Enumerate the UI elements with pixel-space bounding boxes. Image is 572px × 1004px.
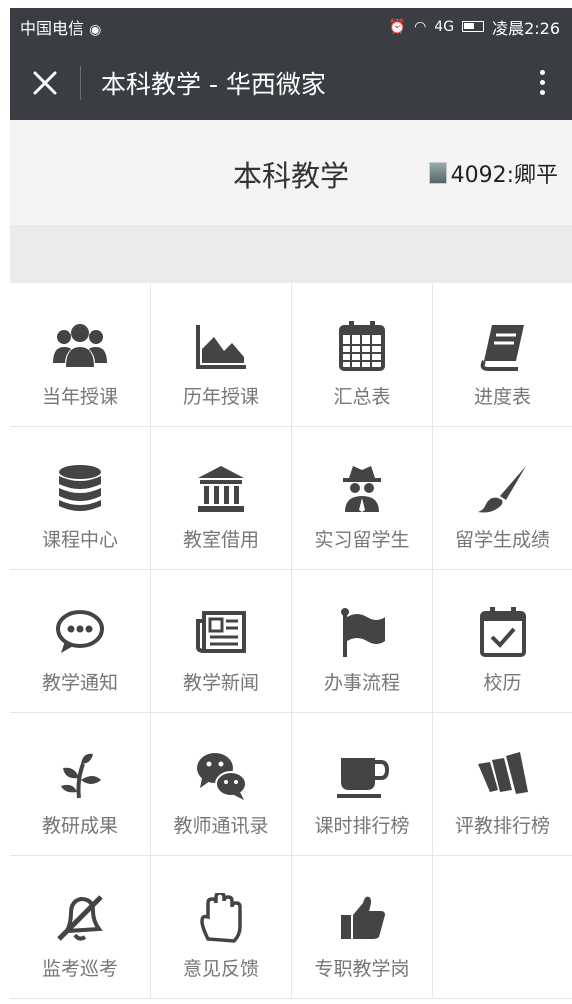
alarm-icon: ⏰: [388, 18, 407, 35]
menu-item-school-calendar[interactable]: 校历: [433, 570, 572, 713]
menu-item-label: 监考巡考: [41, 958, 118, 980]
menu-item-teaching-notice[interactable]: 教学通知: [10, 570, 151, 713]
navigation-bar: 本科教学 - 华西微家: [10, 45, 572, 120]
menu-item-current-courses[interactable]: 当年授课: [10, 284, 151, 427]
chat-bubble-icon: [56, 610, 104, 653]
menu-item-past-courses[interactable]: 历年授课: [151, 284, 292, 427]
spy-icon: [343, 466, 381, 512]
menu-item-label: 课程中心: [41, 529, 118, 551]
menu-item-label: 教研成果: [41, 815, 118, 837]
status-indicators: ⏰ ◠ 4G 凌晨2:26: [389, 15, 560, 39]
menu-item-intern-students[interactable]: 实习留学生: [292, 427, 433, 570]
flag-icon: [341, 608, 385, 657]
status-bar: 中国电信 ◉ ⏰ ◠ 4G 凌晨2:26: [10, 8, 572, 45]
menu-grid: 当年授课 历年授课 汇总表 进度表 课程中心 教室借用 实习留学生 留学生成绩 …: [10, 284, 572, 999]
calendar-check-icon: [479, 607, 526, 657]
menu-item-label: 教学新闻: [182, 672, 259, 694]
menu-item-teaching-news[interactable]: 教学新闻: [151, 570, 292, 713]
menu-item-exam-invigilation[interactable]: 监考巡考: [10, 856, 151, 999]
menu-item-label: 专职教学岗: [314, 958, 410, 980]
menu-item-label: 历年授课: [182, 386, 259, 408]
menu-item-research-results[interactable]: 教研成果: [10, 713, 151, 856]
page-header: 本科教学 4092:卿平: [10, 120, 572, 225]
menu-item-label: 教室借用: [182, 529, 259, 551]
users-icon: [53, 324, 107, 367]
calendar-grid-icon: [339, 321, 385, 371]
book-icon: [480, 325, 524, 371]
area-chart-icon: [196, 325, 246, 369]
menu-item-label: 当年授课: [41, 386, 118, 408]
leaf-icon: [61, 753, 101, 799]
menu-item-empty-slot: [433, 856, 572, 999]
menu-item-label: 办事流程: [323, 672, 400, 694]
menu-item-progress-table[interactable]: 进度表: [433, 284, 572, 427]
signal-icon: 4G: [434, 18, 455, 35]
paint-brush-icon: [477, 466, 526, 513]
menu-item-hours-ranking[interactable]: 课时排行榜: [292, 713, 433, 856]
menu-item-label: 留学生成绩: [454, 529, 550, 551]
user-info[interactable]: 4092:卿平: [428, 157, 558, 189]
database-icon: [59, 465, 101, 511]
close-icon: [33, 71, 57, 94]
menu-item-label: 实习留学生: [314, 529, 410, 551]
status-time: 凌晨2:26: [492, 18, 560, 38]
menu-item-teacher-directory[interactable]: 教师通讯录: [151, 713, 292, 856]
menu-item-label: 教师通讯录: [173, 815, 269, 837]
nav-title: 本科教学 - 华西微家: [101, 69, 326, 99]
menu-item-feedback[interactable]: 意见反馈: [151, 856, 292, 999]
hd-icon: ◉: [89, 21, 102, 38]
bank-icon: [198, 466, 244, 512]
menu-item-evaluation-ranking[interactable]: 评教排行榜: [433, 713, 572, 856]
menu-item-label: 进度表: [473, 386, 531, 408]
menu-item-fulltime-post[interactable]: 专职教学岗: [292, 856, 433, 999]
thumbs-up-icon: [341, 896, 385, 939]
menu-item-intl-scores[interactable]: 留学生成绩: [433, 427, 572, 570]
menu-item-label: 校历: [483, 672, 522, 694]
battery-icon: [462, 21, 485, 32]
more-dot-icon: [539, 90, 545, 95]
coffee-cup-icon: [337, 758, 389, 798]
menu-item-label: 汇总表: [333, 386, 391, 408]
user-name: 4092:卿平: [450, 163, 558, 188]
menu-item-course-center[interactable]: 课程中心: [10, 427, 151, 570]
menu-item-procedures[interactable]: 办事流程: [292, 570, 433, 713]
menu-item-label: 评教排行榜: [454, 815, 550, 837]
close-button[interactable]: [10, 45, 80, 120]
carrier-text: 中国电信 ◉: [20, 18, 102, 38]
menu-item-classroom-booking[interactable]: 教室借用: [151, 427, 292, 570]
menu-item-label: 课时排行榜: [314, 815, 410, 837]
menu-item-label: 教学通知: [41, 672, 118, 694]
more-dot-icon: [539, 70, 545, 75]
divider-band: [10, 225, 572, 283]
wifi-icon: ◠: [414, 18, 427, 35]
avatar: [428, 162, 447, 184]
wechat-icon: [197, 753, 247, 800]
fork-logo-icon: [477, 752, 528, 794]
newspaper-icon: [196, 611, 246, 653]
hand-icon: [200, 893, 242, 943]
menu-item-label: 意见反馈: [182, 958, 259, 980]
bell-slash-icon: [57, 895, 103, 941]
menu-item-summary-table[interactable]: 汇总表: [292, 284, 433, 427]
more-dot-icon: [539, 80, 545, 85]
more-menu-button[interactable]: [512, 45, 572, 120]
